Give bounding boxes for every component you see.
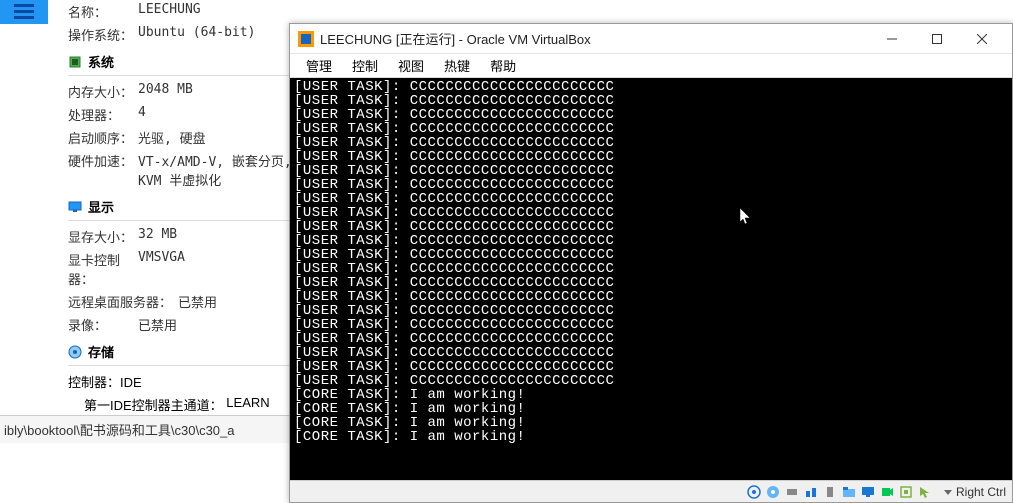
console-line-user: [USER TASK]: CCCCCCCCCCCCCCCCCCCCCCC <box>294 332 1008 346</box>
menu-hotkey[interactable]: 热键 <box>434 53 480 78</box>
console-line-user: [USER TASK]: CCCCCCCCCCCCCCCCCCCCCCC <box>294 290 1008 304</box>
section-display-header[interactable]: 显示 <box>68 191 293 220</box>
window-title: LEECHUNG [正在运行] - Oracle VM VirtualBox <box>320 29 869 48</box>
optical-drive-icon[interactable] <box>765 484 781 500</box>
console-line-user: [USER TASK]: CCCCCCCCCCCCCCCCCCCCCCC <box>294 164 1008 178</box>
hdd-activity-icon[interactable] <box>746 484 762 500</box>
console-line-user: [USER TASK]: CCCCCCCCCCCCCCCCCCCCCCC <box>294 262 1008 276</box>
name-label: 名称： <box>68 2 138 21</box>
menu-manage[interactable]: 管理 <box>296 53 342 78</box>
close-button[interactable] <box>959 25 1004 53</box>
shared-folder-icon[interactable] <box>841 484 857 500</box>
console-line-user: [USER TASK]: CCCCCCCCCCCCCCCCCCCCCCC <box>294 234 1008 248</box>
ide-primary-value: LEARN <box>226 395 269 414</box>
gpu-value: VMSVGA <box>138 250 293 288</box>
console-line-user: [USER TASK]: CCCCCCCCCCCCCCCCCCCCCCC <box>294 248 1008 262</box>
console-line-core: [CORE TASK]: I am working! <box>294 416 1008 430</box>
disk-icon <box>68 345 82 359</box>
network-icon[interactable] <box>803 484 819 500</box>
os-label: 操作系统： <box>68 25 138 44</box>
vm-status-bar: Right Ctrl <box>290 480 1012 502</box>
maximize-icon <box>932 34 942 44</box>
boot-value: 光驱, 硬盘 <box>138 128 293 147</box>
console-line-user: [USER TASK]: CCCCCCCCCCCCCCCCCCCCCCC <box>294 346 1008 360</box>
display-config-icon[interactable] <box>860 484 876 500</box>
console-line-user: [USER TASK]: CCCCCCCCCCCCCCCCCCCCCCC <box>294 108 1008 122</box>
minimize-button[interactable] <box>869 25 914 53</box>
app-icon <box>298 31 314 47</box>
console-line-user: [USER TASK]: CCCCCCCCCCCCCCCCCCCCCCC <box>294 80 1008 94</box>
window-titlebar[interactable]: LEECHUNG [正在运行] - Oracle VM VirtualBox <box>290 24 1012 54</box>
console-line-user: [USER TASK]: CCCCCCCCCCCCCCCCCCCCCCC <box>294 374 1008 388</box>
usb-icon[interactable] <box>822 484 838 500</box>
console-line-user: [USER TASK]: CCCCCCCCCCCCCCCCCCCCCCC <box>294 360 1008 374</box>
mem-value: 2048 MB <box>138 82 293 101</box>
rec-label: 录像： <box>68 315 138 334</box>
accel-label: 硬件加速： <box>68 151 138 189</box>
vm-details-panel: 名称： LEECHUNG 操作系统： Ubuntu (64-bit) 系统 内存… <box>68 0 293 439</box>
hamburger-menu-button[interactable] <box>0 0 48 24</box>
console-line-user: [USER TASK]: CCCCCCCCCCCCCCCCCCCCCCC <box>294 220 1008 234</box>
console-line-core: [CORE TASK]: I am working! <box>294 430 1008 444</box>
hamburger-icon <box>14 4 34 20</box>
maximize-button[interactable] <box>914 25 959 53</box>
arrow-down-icon <box>942 486 954 498</box>
menu-view[interactable]: 视图 <box>388 53 434 78</box>
menu-bar: 管理 控制 视图 热键 帮助 <box>290 54 1012 78</box>
console-line-user: [USER TASK]: CCCCCCCCCCCCCCCCCCCCCCC <box>294 178 1008 192</box>
gpu-label: 显卡控制器： <box>68 250 138 288</box>
menu-help[interactable]: 帮助 <box>480 53 526 78</box>
minimize-icon <box>887 34 897 44</box>
console-line-user: [USER TASK]: CCCCCCCCCCCCCCCCCCCCCCC <box>294 136 1008 150</box>
close-icon <box>977 34 987 44</box>
mouse-integration-icon[interactable] <box>917 484 933 500</box>
section-system-header[interactable]: 系统 <box>68 46 293 75</box>
mem-label: 内存大小： <box>68 82 138 101</box>
rdp-value: 已禁用 <box>178 292 293 311</box>
chip-icon <box>68 55 82 69</box>
console-line-user: [USER TASK]: CCCCCCCCCCCCCCCCCCCCCCC <box>294 192 1008 206</box>
console-line-user: [USER TASK]: CCCCCCCCCCCCCCCCCCCCCCC <box>294 122 1008 136</box>
console-line-core: [CORE TASK]: I am working! <box>294 388 1008 402</box>
boot-label: 启动顺序： <box>68 128 138 147</box>
menu-control[interactable]: 控制 <box>342 53 388 78</box>
vm-console[interactable]: [USER TASK]: CCCCCCCCCCCCCCCCCCCCCCC[USE… <box>290 78 1012 480</box>
vram-label: 显存大小： <box>68 227 138 246</box>
console-line-user: [USER TASK]: CCCCCCCCCCCCCCCCCCCCCCC <box>294 206 1008 220</box>
taskbar-path[interactable]: ibly\booktool\配书源码和工具\c30\c30_a <box>0 415 290 443</box>
console-line-user: [USER TASK]: CCCCCCCCCCCCCCCCCCCCCCC <box>294 304 1008 318</box>
system-title: 系统 <box>88 52 114 71</box>
virtualbox-window: LEECHUNG [正在运行] - Oracle VM VirtualBox 管… <box>289 23 1013 503</box>
storage-ctrl: 控制器：IDE <box>68 372 142 391</box>
section-storage-header[interactable]: 存储 <box>68 336 293 365</box>
rec-value: 已禁用 <box>138 315 293 334</box>
console-line-user: [USER TASK]: CCCCCCCCCCCCCCCCCCCCCCC <box>294 150 1008 164</box>
console-line-user: [USER TASK]: CCCCCCCCCCCCCCCCCCCCCCC <box>294 318 1008 332</box>
audio-icon[interactable] <box>784 484 800 500</box>
host-key-indicator[interactable]: Right Ctrl <box>942 485 1006 499</box>
os-value: Ubuntu (64-bit) <box>138 25 293 44</box>
display-title: 显示 <box>88 197 114 216</box>
vram-value: 32 MB <box>138 227 293 246</box>
storage-title: 存储 <box>88 342 114 361</box>
ide-primary-label: 第一IDE控制器主通道： <box>84 395 223 414</box>
name-value: LEECHUNG <box>138 2 293 21</box>
rdp-label: 远程桌面服务器： <box>68 292 178 311</box>
monitor-icon <box>68 200 82 214</box>
console-line-core: [CORE TASK]: I am working! <box>294 402 1008 416</box>
accel-value: VT-x/AMD-V, 嵌套分页, KVM 半虚拟化 <box>138 151 293 189</box>
host-key-text: Right Ctrl <box>956 485 1006 499</box>
recording-icon[interactable] <box>879 484 895 500</box>
console-line-user: [USER TASK]: CCCCCCCCCCCCCCCCCCCCCCC <box>294 276 1008 290</box>
cpu-value: 4 <box>138 105 293 124</box>
cpu-usage-icon[interactable] <box>898 484 914 500</box>
console-line-user: [USER TASK]: CCCCCCCCCCCCCCCCCCCCCCC <box>294 94 1008 108</box>
cpu-label: 处理器： <box>68 105 138 124</box>
